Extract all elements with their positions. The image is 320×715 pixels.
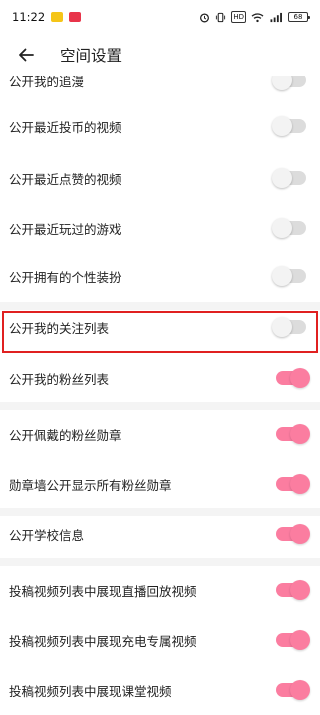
wifi-icon [251,11,264,23]
battery-level: 68 [293,13,303,21]
section-divider [0,558,320,566]
toggle-knob [290,368,310,388]
toggle-switch[interactable] [272,168,306,188]
setting-label: 公开学校信息 [9,527,85,543]
app-notification-icon [51,12,64,22]
setting-row[interactable]: 公开最近点赞的视频 [0,156,320,200]
toggle-switch[interactable] [276,368,310,388]
setting-row-follow-list[interactable]: 公开我的关注列表 [0,305,320,349]
app-notification-icon [69,12,82,22]
toggle-switch[interactable] [272,116,306,136]
setting-row[interactable]: 公开学校信息 [0,512,320,556]
setting-row[interactable]: 投稿视频列表中展现课堂视频 [0,668,320,712]
back-button[interactable] [14,43,38,67]
toggle-knob [272,266,292,286]
toggle-switch[interactable] [272,266,306,286]
setting-row[interactable]: 公开拥有的个性装扮 [0,254,320,298]
toggle-knob [290,580,310,600]
alarm-icon [199,11,210,23]
toggle-knob [272,218,292,238]
setting-row[interactable]: 投稿视频列表中展现直播回放视频 [0,568,320,612]
section-divider [0,402,320,410]
toggle-switch[interactable] [276,524,310,544]
setting-label: 公开最近点赞的视频 [9,171,122,187]
arrow-left-icon [19,48,34,62]
setting-label: 公开我的粉丝列表 [9,371,110,387]
setting-label: 勋章墙公开显示所有粉丝勋章 [9,477,172,493]
toggle-knob [290,680,310,700]
setting-row[interactable]: 公开我的粉丝列表 [0,356,320,400]
toggle-knob [290,524,310,544]
vibrate-icon [215,11,226,23]
setting-label: 公开我的关注列表 [9,320,110,336]
toggle-knob [272,76,292,90]
status-time: 11:22 [12,10,46,24]
toggle-switch[interactable] [272,317,306,337]
setting-label: 公开佩戴的粉丝勋章 [9,427,122,443]
hd-icon: HD [231,11,246,23]
toggle-switch[interactable] [276,474,310,494]
toggle-knob [272,116,292,136]
toggle-switch[interactable] [276,680,310,700]
setting-label: 公开拥有的个性装扮 [9,269,122,285]
status-bar: 11:22 HD 68 [0,0,320,34]
toggle-switch[interactable] [276,630,310,650]
header: 空间设置 [0,34,320,76]
setting-row[interactable]: 公开最近玩过的游戏 [0,206,320,250]
toggle-knob [272,168,292,188]
setting-label: 公开最近投币的视频 [9,119,122,135]
battery-icon: 68 [288,12,310,22]
setting-row[interactable]: 投稿视频列表中展现充电专属视频 [0,618,320,662]
signal-icon [269,11,283,23]
setting-row[interactable]: 公开佩戴的粉丝勋章 [0,412,320,456]
setting-label: 公开我的追漫 [9,76,85,89]
toggle-knob [290,424,310,444]
toggle-switch[interactable] [276,424,310,444]
setting-row[interactable]: 公开最近投币的视频 [0,104,320,148]
toggle-switch[interactable] [272,218,306,238]
setting-label: 公开最近玩过的游戏 [9,221,122,237]
setting-row[interactable]: 公开我的追漫 [0,76,320,102]
setting-label: 投稿视频列表中展现充电专属视频 [9,633,197,649]
setting-label: 投稿视频列表中展现直播回放视频 [9,583,197,599]
toggle-knob [272,317,292,337]
toggle-knob [290,630,310,650]
toggle-switch[interactable] [272,76,306,90]
settings-list[interactable]: 公开我的追漫 公开最近投币的视频 公开最近点赞的视频 公开最近玩过的游戏 公开拥… [0,76,320,715]
toggle-switch[interactable] [276,580,310,600]
setting-row[interactable]: 勋章墙公开显示所有粉丝勋章 [0,462,320,506]
page-title: 空间设置 [60,47,123,65]
toggle-knob [290,474,310,494]
setting-label: 投稿视频列表中展现课堂视频 [9,683,172,699]
